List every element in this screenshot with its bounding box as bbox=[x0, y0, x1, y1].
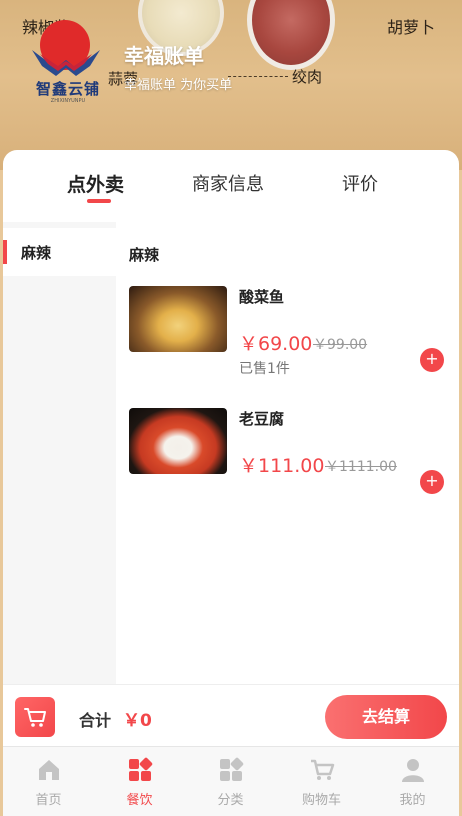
tab-reviews[interactable]: 评价 bbox=[342, 170, 378, 196]
dish-original-price: ￥99.00 bbox=[313, 337, 368, 353]
logo-wing-icon bbox=[32, 50, 100, 76]
shop-name: 幸福账单 bbox=[124, 44, 204, 68]
sidebar-item-label: 麻辣 bbox=[21, 244, 52, 262]
dish-original-price: ￥1111.00 bbox=[325, 459, 397, 475]
banner-bowl-image bbox=[247, 0, 335, 70]
dish-price: ￥111.00 bbox=[239, 455, 325, 477]
tabbar-item-mine[interactable]: 我的 bbox=[367, 747, 458, 816]
total-label: 合计 bbox=[79, 711, 112, 730]
cart-icon bbox=[311, 759, 335, 780]
logo-subtext: ZHIXINYUNPU bbox=[50, 98, 86, 104]
tabbar-label: 首页 bbox=[35, 793, 62, 808]
tabbar-item-home[interactable]: 首页 bbox=[3, 747, 94, 816]
total-value: ￥0 bbox=[123, 711, 152, 731]
tab-active-indicator bbox=[87, 199, 111, 203]
tabbar-item-category[interactable]: 分类 bbox=[185, 747, 276, 816]
tab-bar: 点外卖 商家信息 评价 bbox=[3, 150, 459, 220]
category-icon bbox=[220, 757, 244, 781]
tabbar-item-cart[interactable]: 购物车 bbox=[276, 747, 367, 816]
category-sidebar: 麻辣 bbox=[3, 222, 116, 684]
dish-item[interactable]: 老豆腐 ￥111.00 ￥1111.00 bbox=[129, 408, 449, 518]
sidebar-item-mala[interactable]: 麻辣 bbox=[3, 228, 116, 276]
cart-icon[interactable] bbox=[15, 697, 55, 737]
banner-word: 胡萝卜 bbox=[387, 18, 436, 37]
shop-logo: 智鑫云铺 ZHIXINYUNPU bbox=[28, 20, 108, 116]
shop-slogan: 幸福账单 为你买单 bbox=[124, 78, 233, 93]
dining-icon bbox=[129, 757, 153, 781]
user-icon bbox=[402, 759, 424, 782]
sidebar-active-indicator bbox=[3, 240, 7, 264]
tab-merchant-info[interactable]: 商家信息 bbox=[192, 170, 264, 196]
checkout-button[interactable]: 去结算 bbox=[325, 695, 447, 739]
tabbar-item-dining[interactable]: 餐饮 bbox=[94, 747, 185, 816]
home-icon bbox=[39, 760, 59, 780]
tabbar-label: 我的 bbox=[399, 793, 426, 808]
bottom-tabbar: 首页 餐饮 分类 购物车 我的 bbox=[3, 746, 459, 816]
banner-dash-line bbox=[228, 76, 288, 77]
cart-bar: 合计 ￥0 去结算 bbox=[3, 684, 459, 746]
category-title: 麻辣 bbox=[129, 246, 160, 264]
shop-banner: 辣椒酱 胡萝卜 蒜蓉 绞肉 智鑫云铺 ZHIXINYUNPU 幸福账单 幸福账单… bbox=[0, 0, 462, 170]
banner-word: 绞肉 bbox=[292, 68, 323, 86]
dish-name: 老豆腐 bbox=[239, 410, 285, 428]
tabbar-label: 餐饮 bbox=[126, 793, 153, 808]
dish-sold-count: 已售1件 bbox=[239, 361, 290, 377]
shop-card: 点外卖 商家信息 评价 麻辣 麻辣 酸菜鱼 ￥69.00 ￥99.00 已售1件… bbox=[3, 150, 459, 816]
logo-text: 智鑫云铺 bbox=[35, 80, 100, 98]
add-to-cart-button[interactable]: + bbox=[420, 348, 444, 372]
tabbar-label: 购物车 bbox=[301, 793, 341, 808]
tabbar-label: 分类 bbox=[217, 793, 244, 808]
dish-price: ￥69.00 bbox=[239, 333, 313, 355]
dish-image[interactable] bbox=[129, 408, 227, 474]
dish-image[interactable] bbox=[129, 286, 227, 352]
dish-name: 酸菜鱼 bbox=[239, 288, 285, 306]
tab-takeout[interactable]: 点外卖 bbox=[67, 170, 124, 197]
dish-item[interactable]: 酸菜鱼 ￥69.00 ￥99.00 已售1件 bbox=[129, 286, 449, 396]
add-to-cart-button[interactable]: + bbox=[420, 470, 444, 494]
